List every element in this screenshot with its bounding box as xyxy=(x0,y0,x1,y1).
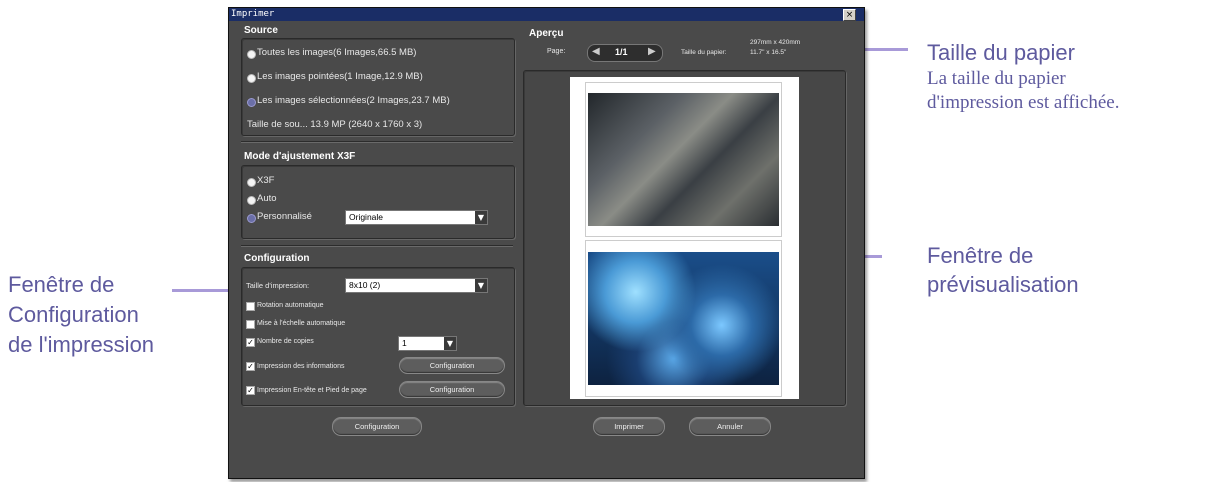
annotation-preview-line2: prévisualisation xyxy=(927,272,1079,297)
x3f-option-auto[interactable]: Auto xyxy=(257,193,277,204)
photo-blue-bokeh xyxy=(588,252,779,385)
configuration-panel: Taille d'impression: 8x10 (2) ▼ Rotation… xyxy=(241,267,515,406)
auto-scale-checkbox[interactable] xyxy=(246,320,255,329)
paper-size-label: Taille du papier: xyxy=(681,49,727,56)
paper-size-in: 11.7" x 16.5" xyxy=(750,49,787,56)
print-dialog: Imprimer × Source Toutes les images(6 Im… xyxy=(228,7,865,479)
source-option-pointed[interactable]: Les images pointées(1 Image,12.9 MB) xyxy=(257,71,423,82)
preview-title: Aperçu xyxy=(529,28,564,39)
paper-sheet xyxy=(570,77,799,399)
annotation-config-line1: Fenêtre de xyxy=(8,272,115,297)
source-radio-selected[interactable] xyxy=(247,98,256,107)
auto-rotate-checkbox[interactable] xyxy=(246,302,255,311)
source-radio-pointed[interactable] xyxy=(247,74,256,83)
x3f-radio-auto[interactable] xyxy=(247,196,256,205)
annotation-config-line2: Configuration xyxy=(8,302,139,327)
page-navigator: ◀ 1/1 ▶ xyxy=(587,44,663,62)
source-option-all[interactable]: Toutes les images(6 Images,66.5 MB) xyxy=(257,47,416,58)
page-next-icon[interactable]: ▶ xyxy=(648,46,656,57)
print-info-label: Impression des informations xyxy=(257,363,345,370)
divider xyxy=(241,245,513,247)
page-prev-icon[interactable]: ◀ xyxy=(592,46,600,57)
dialog-title: Imprimer xyxy=(231,9,275,19)
photo-stone-wall xyxy=(588,93,779,226)
divider xyxy=(241,141,513,143)
copies-select[interactable]: 1 ▼ xyxy=(398,336,457,351)
configuration-button[interactable]: Configuration xyxy=(332,417,422,436)
print-slot-1 xyxy=(585,82,782,237)
x3f-mode-title: Mode d'ajustement X3F xyxy=(244,151,356,162)
preview-panel xyxy=(523,70,846,406)
page-label: Page: xyxy=(547,48,566,55)
page-value: 1/1 xyxy=(615,47,628,57)
cancel-button[interactable]: Annuler xyxy=(689,417,771,436)
copies-checkbox[interactable]: ✓ xyxy=(246,338,255,347)
source-size-text: Taille de sou... 13.9 MP (2640 x 1760 x … xyxy=(247,119,423,130)
print-info-checkbox[interactable]: ✓ xyxy=(246,362,255,371)
print-info-config-button[interactable]: Configuration xyxy=(399,357,505,374)
x3f-mode-panel: X3F Auto Personnalisé Originale ▼ xyxy=(241,165,515,239)
print-button[interactable]: Imprimer xyxy=(593,417,665,436)
auto-scale-label: Mise à l'échelle automatique xyxy=(257,320,346,327)
annotation-paper-desc-line1: La taille du papier xyxy=(927,68,1066,89)
chevron-down-icon[interactable]: ▼ xyxy=(444,337,456,350)
header-footer-label: Impression En-tête et Pied de page xyxy=(257,387,367,394)
title-bar: Imprimer × xyxy=(229,8,864,21)
x3f-radio-custom[interactable] xyxy=(247,214,256,223)
print-slot-2 xyxy=(585,240,782,397)
header-footer-config-button[interactable]: Configuration xyxy=(399,381,505,398)
chevron-down-icon[interactable]: ▼ xyxy=(475,279,487,292)
x3f-option-x3f[interactable]: X3F xyxy=(257,175,274,186)
source-title: Source xyxy=(244,25,278,36)
close-button[interactable]: × xyxy=(843,9,856,21)
copies-value: 1 xyxy=(402,338,407,348)
annotation-paper-title: Taille du papier xyxy=(927,40,1075,65)
annotation-config-line3: de l'impression xyxy=(8,332,155,357)
print-size-label: Taille d'impression: xyxy=(246,281,310,290)
source-radio-all[interactable] xyxy=(247,50,256,59)
print-size-select[interactable]: 8x10 (2) ▼ xyxy=(345,278,488,293)
configuration-title: Configuration xyxy=(244,253,310,264)
header-footer-checkbox[interactable]: ✓ xyxy=(246,386,255,395)
print-size-value: 8x10 (2) xyxy=(349,280,381,290)
annotation-paper-desc-line2: d'impression est affichée. xyxy=(927,92,1120,113)
annotation-preview-line1: Fenêtre de xyxy=(927,243,1034,268)
chevron-down-icon[interactable]: ▼ xyxy=(475,211,487,224)
paper-size-mm: 297mm x 420mm xyxy=(750,39,801,46)
x3f-radio-x3f[interactable] xyxy=(247,178,256,187)
x3f-option-custom[interactable]: Personnalisé xyxy=(257,211,312,222)
x3f-custom-value: Originale xyxy=(349,212,384,222)
copies-label: Nombre de copies xyxy=(257,338,314,345)
auto-rotate-label: Rotation automatique xyxy=(257,302,324,309)
source-panel: Toutes les images(6 Images,66.5 MB) Les … xyxy=(241,38,515,136)
source-option-selected[interactable]: Les images sélectionnées(2 Images,23.7 M… xyxy=(257,95,450,106)
x3f-custom-select[interactable]: Originale ▼ xyxy=(345,210,488,225)
